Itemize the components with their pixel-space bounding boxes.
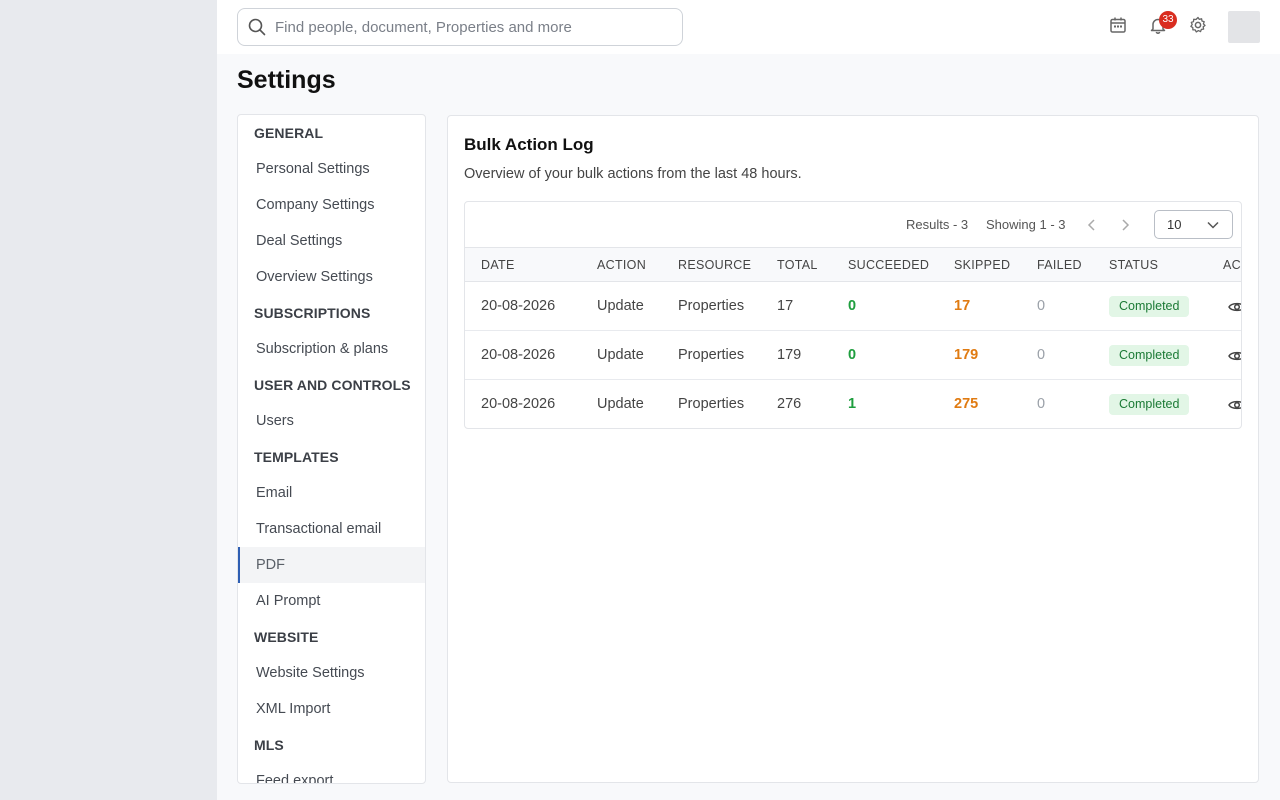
column-header-status: STATUS xyxy=(1109,258,1159,272)
nav-item-company-settings[interactable]: Company Settings xyxy=(238,187,425,223)
cell-action: Update xyxy=(597,298,644,314)
nav-item-website-settings[interactable]: Website Settings xyxy=(238,655,425,691)
table-header: DATE ACTION RESOURCE TOTAL SUCCEEDED SKIPPED F… xyxy=(465,248,1241,282)
column-header-skipped: SKIPPED xyxy=(954,258,1011,272)
nav-item-users[interactable]: Users xyxy=(238,403,425,439)
column-header-actions: ACTIONS xyxy=(1223,258,1241,272)
nav-section-general: GENERAL xyxy=(254,125,324,141)
cell-total: 179 xyxy=(777,347,802,363)
page-size-select[interactable]: 10 xyxy=(1154,210,1233,239)
cell-skipped: 17 xyxy=(954,298,971,314)
cell-succeeded: 0 xyxy=(848,347,857,363)
gear-icon[interactable] xyxy=(1187,14,1209,36)
cell-failed: 0 xyxy=(1037,298,1046,314)
search-icon xyxy=(248,18,266,36)
cell-resource: Properties xyxy=(678,347,745,363)
nav-section-user-and-controls: USER AND CONTROLS xyxy=(254,377,411,393)
column-header-resource: RESOURCE xyxy=(678,258,752,272)
bulk-action-log-card: Bulk Action Log Overview of your bulk ac… xyxy=(447,115,1259,783)
status-badge: Completed xyxy=(1109,296,1190,317)
nav-item-subscription-plans[interactable]: Subscription & plans xyxy=(238,331,425,367)
page-size-value: 10 xyxy=(1167,217,1182,232)
avatar[interactable] xyxy=(1228,11,1260,43)
nav-item-transactional-email[interactable]: Transactional email xyxy=(238,511,425,547)
cell-resource: Properties xyxy=(678,298,745,314)
table-row: 20-08-2026 Update Properties 179 0 179 0 Comple… xyxy=(465,331,1242,380)
search-box[interactable] xyxy=(237,8,683,46)
cell-total: 276 xyxy=(777,396,802,412)
chevron-left-icon[interactable] xyxy=(1084,217,1100,233)
cell-failed: 0 xyxy=(1037,396,1046,412)
column-header-total: TOTAL xyxy=(777,258,818,272)
page-title: Settings xyxy=(237,66,336,94)
eye-icon[interactable] xyxy=(1228,298,1242,316)
bulk-action-table: Results - 3 Showing 1 - 3 10 DATE ACTION R… xyxy=(464,201,1242,429)
column-header-action: ACTION xyxy=(597,258,647,272)
settings-nav: GENERAL Personal Settings Company Settings… xyxy=(237,114,426,784)
nav-section-templates: TEMPLATES xyxy=(254,449,339,465)
column-header-date: DATE xyxy=(481,258,515,272)
cell-action: Update xyxy=(597,347,644,363)
cell-date: 20-08-2026 xyxy=(481,347,556,363)
nav-section-mls: MLS xyxy=(254,737,284,753)
nav-item-deal-settings[interactable]: Deal Settings xyxy=(238,223,425,259)
left-rail xyxy=(0,0,217,800)
nav-item-pdf[interactable]: PDF xyxy=(238,547,425,583)
status-badge: Completed xyxy=(1109,345,1190,366)
nav-item-ai-prompt[interactable]: AI Prompt xyxy=(238,583,425,619)
pagination-bar: Results - 3 Showing 1 - 3 10 xyxy=(465,202,1241,248)
eye-icon[interactable] xyxy=(1228,396,1242,414)
cell-date: 20-08-2026 xyxy=(481,298,556,314)
cell-succeeded: 1 xyxy=(848,396,857,412)
results-count: Results - 3 xyxy=(906,217,969,232)
nav-item-email[interactable]: Email xyxy=(238,475,425,511)
nav-item-overview-settings[interactable]: Overview Settings xyxy=(238,259,425,295)
cell-skipped: 275 xyxy=(954,396,979,412)
nav-section-website: WEBSITE xyxy=(254,629,319,645)
notification-badge: 33 xyxy=(1159,11,1177,29)
nav-section-subscriptions: SUBSCRIPTIONS xyxy=(254,305,371,321)
card-subtitle: Overview of your bulk actions from the l… xyxy=(464,166,802,182)
cell-date: 20-08-2026 xyxy=(481,396,556,412)
table-row: 20-08-2026 Update Properties 17 0 17 0 Complete… xyxy=(465,282,1242,331)
status-badge: Completed xyxy=(1109,394,1190,415)
nav-item-xml-import[interactable]: XML Import xyxy=(238,691,425,727)
search-input[interactable] xyxy=(275,18,675,36)
table-row: 20-08-2026 Update Properties 276 1 275 0 Comple… xyxy=(465,380,1242,428)
chevron-down-icon xyxy=(1207,221,1219,229)
eye-icon[interactable] xyxy=(1228,347,1242,365)
cell-failed: 0 xyxy=(1037,347,1046,363)
cell-succeeded: 0 xyxy=(848,298,857,314)
cell-total: 17 xyxy=(777,298,794,314)
column-header-succeeded: SUCCEEDED xyxy=(848,258,930,272)
card-title: Bulk Action Log xyxy=(464,135,594,154)
nav-item-feed-export[interactable]: Feed export xyxy=(238,763,425,783)
cell-resource: Properties xyxy=(678,396,745,412)
cell-action: Update xyxy=(597,396,644,412)
nav-item-personal-settings[interactable]: Personal Settings xyxy=(238,151,425,187)
cell-skipped: 179 xyxy=(954,347,979,363)
topbar: 33 xyxy=(217,0,1280,54)
column-header-failed: FAILED xyxy=(1037,258,1082,272)
calendar-icon[interactable] xyxy=(1107,14,1129,36)
chevron-right-icon[interactable] xyxy=(1117,217,1133,233)
showing-range: Showing 1 - 3 xyxy=(986,217,1066,232)
